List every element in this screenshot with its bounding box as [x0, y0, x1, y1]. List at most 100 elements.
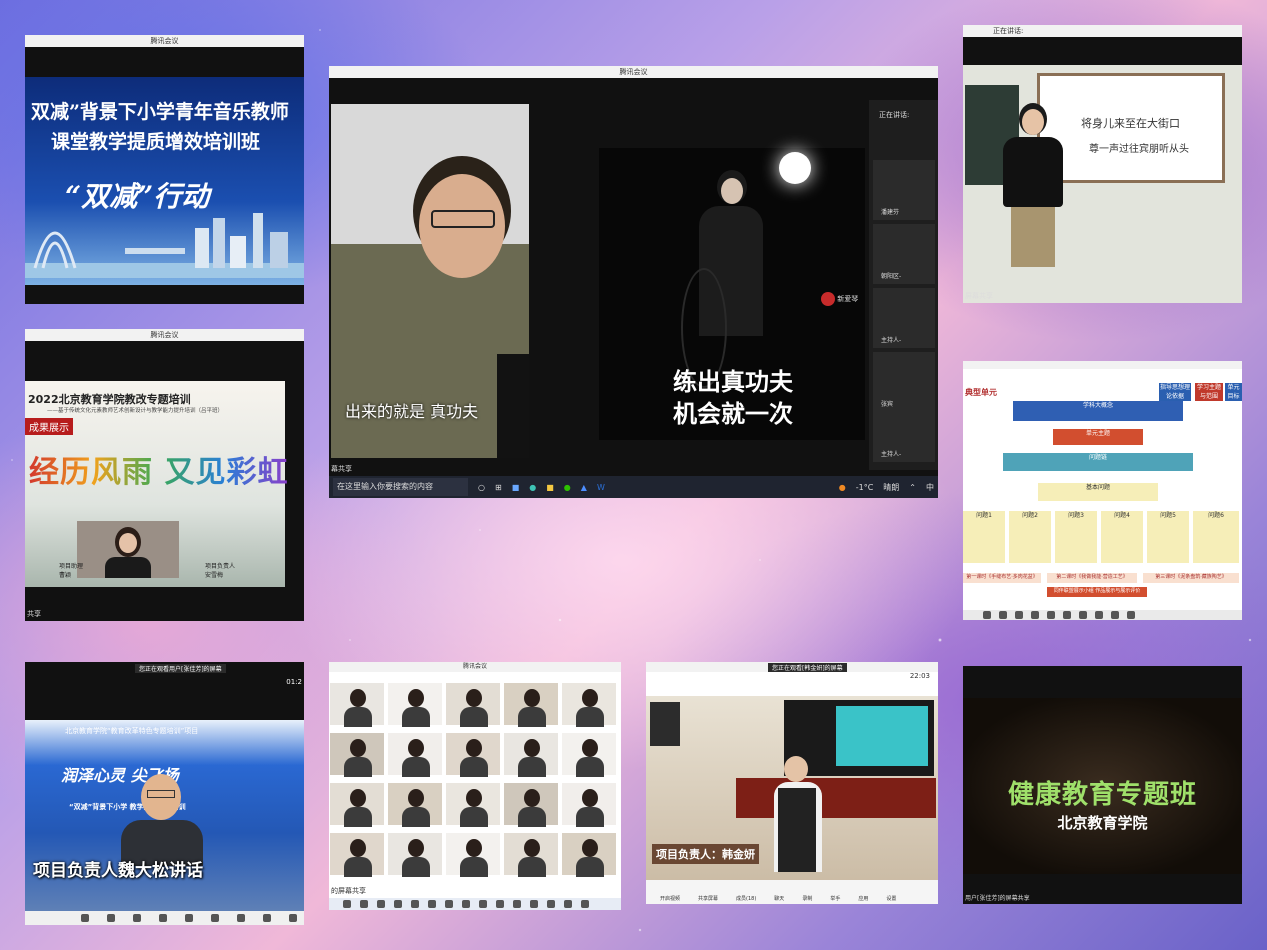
- participant-face: [466, 839, 482, 857]
- participant-face: [524, 739, 540, 757]
- participant-body: [576, 807, 604, 827]
- participant-video-tile[interactable]: [329, 732, 385, 777]
- meeting-window-top-right: 正在讲话: 将身儿来至在大街口 尊一声过往宾朋听从头 屏幕共享: [963, 25, 1242, 303]
- participant-sidebar[interactable]: 正在讲话: 潘建芬 朝阳区- 主持人- 张宾 主持人-: [869, 100, 938, 470]
- tray-icon[interactable]: ⌃: [909, 483, 916, 492]
- window-title: 腾讯会议: [329, 66, 938, 78]
- participant-video-tile[interactable]: [387, 682, 443, 727]
- explorer-icon[interactable]: ■: [546, 483, 554, 492]
- window-title: 腾讯会议: [329, 662, 621, 672]
- participant-face: [582, 739, 598, 757]
- viewing-notice: 您正在观看用户[张佳芳]的屏幕: [135, 664, 226, 673]
- meeting-toolbar[interactable]: [25, 911, 304, 925]
- toolbar-button[interactable]: 共享屏幕: [698, 895, 718, 902]
- edge-icon[interactable]: ●: [529, 483, 536, 492]
- participant-body: [402, 807, 430, 827]
- meeting-toolbar[interactable]: 开启视频 共享屏幕 成员(18) 聊天 录制 举手 应用 设置: [646, 880, 938, 904]
- viewing-notice: 您正在观看[韩金妍]的屏幕: [768, 663, 847, 672]
- meeting-toolbar[interactable]: [963, 610, 1242, 620]
- participant-tile[interactable]: 潘建芬: [873, 160, 935, 220]
- share-footer: 共享: [27, 610, 41, 618]
- toolbar-button[interactable]: 聊天: [774, 895, 784, 902]
- participant-body: [344, 807, 372, 827]
- participant-face: [582, 789, 598, 807]
- toolbar-button[interactable]: 举手: [830, 895, 840, 902]
- participant-face: [350, 839, 366, 857]
- taskview-icon[interactable]: ○: [478, 483, 485, 492]
- subtitle-right: 练出真功夫 机会就一次: [673, 368, 793, 428]
- participant-face: [466, 789, 482, 807]
- participant-video-tile[interactable]: [561, 682, 617, 727]
- participant-body: [518, 807, 546, 827]
- participant-tile[interactable]: 主持人-: [873, 410, 935, 462]
- participant-tile[interactable]: 朝阳区-: [873, 224, 935, 284]
- widgets-icon[interactable]: ⊞: [495, 483, 502, 492]
- participant-face: [408, 689, 424, 707]
- share-label: 幕共享: [331, 465, 352, 473]
- toolbar-button[interactable]: 应用: [858, 895, 868, 902]
- badge: 成果展示: [25, 418, 73, 435]
- participant-video-tile[interactable]: [387, 732, 443, 777]
- participant-face: [408, 789, 424, 807]
- participant-video-tile[interactable]: [445, 732, 501, 777]
- participant-video-tile[interactable]: [387, 832, 443, 877]
- participant-video-tile[interactable]: [445, 832, 501, 877]
- participant-body: [402, 707, 430, 727]
- speaker-caption: 项目负责人魏大松讲话: [33, 861, 203, 881]
- participant-body: [576, 757, 604, 777]
- windows-taskbar: 在这里输入你要搜索的内容 ○ ⊞ ■ ● ■ ● ▲ W ● -1°C 晴朗 ⌃…: [329, 476, 938, 498]
- participant-video-tile[interactable]: [561, 782, 617, 827]
- word-icon[interactable]: W: [597, 483, 605, 492]
- participant-video-tile[interactable]: [445, 682, 501, 727]
- participant-video-tile[interactable]: [561, 832, 617, 877]
- participant-face: [350, 689, 366, 707]
- tag: 学习主题与范围: [1195, 383, 1223, 401]
- participant-video-tile[interactable]: [329, 782, 385, 827]
- temperature: -1°C: [855, 482, 874, 492]
- participant-video-tile[interactable]: [503, 782, 559, 827]
- participant-video-tile[interactable]: [329, 682, 385, 727]
- classroom-video: [646, 696, 938, 896]
- meeting-icon[interactable]: ▲: [581, 483, 587, 492]
- speaker-caption: 项目负责人：韩金妍: [652, 844, 759, 864]
- participant-face: [524, 789, 540, 807]
- participant-body: [576, 707, 604, 727]
- ime-indicator[interactable]: 中: [926, 482, 938, 493]
- participant-tile[interactable]: 主持人-: [873, 288, 935, 348]
- participant-video-tile[interactable]: [503, 682, 559, 727]
- participant-tile[interactable]: 张宾: [873, 352, 935, 412]
- speaker-video: [117, 766, 207, 866]
- participant-face: [582, 689, 598, 707]
- taskbar-search[interactable]: 在这里输入你要搜索的内容: [333, 478, 468, 496]
- window-title: 腾讯会议: [25, 35, 304, 47]
- lesson-2: 第二课时《我做我能·营造工艺》: [1047, 573, 1137, 583]
- participant-body: [344, 707, 372, 727]
- toolbar-button[interactable]: 录制: [802, 895, 812, 902]
- store-icon[interactable]: ■: [512, 483, 520, 492]
- weather-text: 晴朗: [883, 482, 900, 492]
- assistant-label: 项目助理 曹颖: [59, 563, 84, 579]
- unit-task: 问题链: [1003, 453, 1193, 471]
- slide-title: 典型单元: [965, 388, 997, 397]
- participant-body: [460, 757, 488, 777]
- leader-label: 项目负责人 安雪梅: [205, 563, 236, 579]
- participant-video-tile[interactable]: [445, 782, 501, 827]
- clock: 01:2: [286, 678, 302, 686]
- toolbar-button[interactable]: 成员(18): [736, 895, 756, 902]
- participant-body: [518, 707, 546, 727]
- tag: 指导思想理论依据: [1159, 383, 1191, 401]
- participant-face: [466, 689, 482, 707]
- subtitle-left: 出来的就是 真功夫: [345, 402, 479, 421]
- wechat-icon[interactable]: ●: [564, 483, 571, 492]
- participant-video-tile[interactable]: [503, 832, 559, 877]
- participant-video-tile[interactable]: [387, 782, 443, 827]
- toolbar-button[interactable]: 设置: [886, 895, 896, 902]
- lesson-3: 第三课时《泥条盘筑·藏族陶艺》: [1143, 573, 1239, 583]
- participant-video-tile[interactable]: [503, 732, 559, 777]
- toolbar-button[interactable]: 开启视频: [660, 895, 680, 902]
- participant-video-tile[interactable]: [329, 832, 385, 877]
- clock: 22:03: [909, 672, 930, 680]
- meeting-window-gallery: 腾讯会议 的屏幕共享: [329, 662, 621, 910]
- window-title: 腾讯会议: [25, 329, 304, 341]
- participant-video-tile[interactable]: [561, 732, 617, 777]
